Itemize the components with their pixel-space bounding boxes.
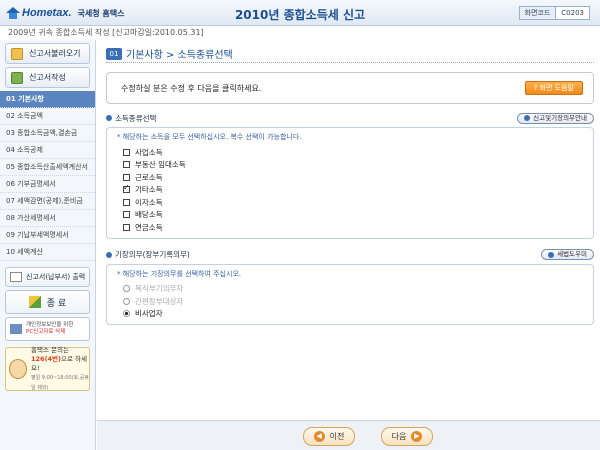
delete-pc-data-button[interactable]: 개인정보보안을 위한 PC신고자료 삭제 <box>5 317 90 341</box>
income-option-employment[interactable]: 근로소득 <box>117 171 583 184</box>
nav-item-prepaid-tax[interactable]: 09 기납부세액명세서 <box>0 227 95 244</box>
income-type-panel: * 해당하는 소득을 모두 선택하십시오. 복수 선택이 가능합니다. 사업소득… <box>106 127 594 239</box>
exit-icon <box>28 296 41 308</box>
nav-item-total-income[interactable]: 03 종합소득금액,결손금 <box>0 125 95 142</box>
chevron-right-icon: ▶ <box>411 431 423 442</box>
help-number: 126(4번) <box>31 354 62 363</box>
write-return-button[interactable]: 신고서작성 <box>5 67 90 88</box>
bookkeeping-option-simple-ledger: 간편장부대상자 <box>117 295 583 308</box>
bookkeeping-title: 기장의무(장부기록의무) <box>115 250 190 259</box>
load-return-label: 신고서불러오기 <box>29 49 81 58</box>
checkbox-checked[interactable] <box>123 183 130 194</box>
pc-line1: 개인정보보안을 위한 <box>26 322 74 328</box>
filing-info: 2009년 귀속 종합소득세 작성 [신고마감일:2010.05.31] <box>8 28 204 37</box>
chevron-left-icon: ◀ <box>313 431 325 442</box>
computer-icon <box>10 324 22 334</box>
load-return-button[interactable]: 신고서불러오기 <box>5 43 90 64</box>
nav-item-tax-calc[interactable]: 10 세액계산 <box>0 244 95 261</box>
checkbox[interactable] <box>123 211 130 219</box>
bookkeeping-option-non-business[interactable]: 비사업자 <box>117 308 583 321</box>
screen-code-value: C0203 <box>561 9 584 17</box>
checkbox[interactable] <box>123 198 130 206</box>
print-return-label: 신고서(납부서) 출력 <box>26 273 86 281</box>
print-return-button[interactable]: 신고서(납부서) 출력 <box>5 267 90 287</box>
checkbox[interactable] <box>123 223 130 231</box>
nav-item-donations[interactable]: 06 기부금명세서 <box>0 176 95 193</box>
folder-icon <box>11 47 23 60</box>
main-content: 01 기본사항 > 소득종류선택 수정하실 분은 수정 후 다음을 클릭하세요.… <box>106 45 594 420</box>
nav-item-income-amount[interactable]: 02 소득금액 <box>0 108 95 125</box>
printer-icon <box>10 272 22 282</box>
exit-label: 종 료 <box>46 298 67 309</box>
income-option-other[interactable]: 기타소득 <box>117 183 583 197</box>
income-option-pension[interactable]: 연금소득 <box>117 221 583 234</box>
radio-selected[interactable] <box>123 310 130 318</box>
nav-item-basic-info[interactable]: 01 기본사항 <box>0 91 95 108</box>
checkbox[interactable] <box>123 161 130 169</box>
page-title-text: 기본사항 > 소득종류선택 <box>126 50 233 61</box>
house-icon <box>6 7 20 19</box>
sidebar: 신고서불러오기 신고서작성 01 기본사항 02 소득금액 03 종합소득금액,… <box>0 40 96 450</box>
bookkeeping-header: 기장의무(장부기록의무) 세법도우미 <box>106 249 594 261</box>
org-name: 국세청 홈택스 <box>77 8 125 18</box>
help-line1: 홈택스 문의는 <box>31 345 69 354</box>
footer-nav: ◀ 이전 다음 ▶ <box>97 420 600 450</box>
notice-message: 수정하실 분은 수정 후 다음을 클릭하세요. <box>121 83 262 93</box>
tax-law-helper-button[interactable]: 세법도우미 <box>541 249 594 260</box>
step-nav: 01 기본사항 02 소득금액 03 종합소득금액,결손금 04 소득공제 05… <box>0 91 95 261</box>
checkbox[interactable] <box>123 148 130 156</box>
document-icon <box>11 71 23 84</box>
bookkeeping-panel: * 해당하는 기장의무를 선택하여 주십시오. 복식부기의무자 간편장부대상자 … <box>106 263 594 325</box>
screen-code: 화면코드 C0203 <box>518 6 590 20</box>
helpdesk-banner[interactable]: 홈택스 문의는 126(4번)으로 하세요! 평일 9:00~18:00(토,공… <box>5 345 90 391</box>
notice-box: 수정하실 분은 수정 후 다음을 클릭하세요. ? 화면 도움말 <box>106 72 594 104</box>
filing-guide-button[interactable]: 신고및기장의무안내 <box>517 112 594 124</box>
checkbox[interactable] <box>123 173 130 181</box>
screen-code-label: 화면코드 <box>519 7 557 19</box>
help-hours: 평일 9:00~18:00(토,공휴일 제외) <box>31 374 89 391</box>
hometax-logo[interactable]: Hometax. 국세청 홈택스 <box>6 4 124 22</box>
info-dot-icon <box>524 115 531 121</box>
income-option-interest[interactable]: 이자소득 <box>117 196 583 209</box>
nav-item-deductions[interactable]: 04 소득공제 <box>0 142 95 159</box>
step-number: 01 <box>106 47 122 60</box>
helpdesk-avatar-icon <box>9 359 27 379</box>
income-option-business[interactable]: 사업소득 <box>117 146 583 159</box>
brand-name: Hometax. <box>22 7 72 19</box>
bookkeeping-option-double-entry: 복식부기의무자 <box>117 283 583 296</box>
app-title: 2010년 종합소득세 신고 <box>234 8 366 22</box>
radio <box>123 285 130 293</box>
app-header: Hometax. 국세청 홈택스 2010년 종합소득세 신고 화면코드 C02… <box>0 0 600 26</box>
income-type-header: 소득종류선택 신고및기장의무안내 <box>106 112 594 124</box>
nav-item-tax-credits[interactable]: 07 세액감면(공제),준비금 <box>0 193 95 210</box>
info-dot-icon <box>548 251 555 258</box>
nav-item-penalty-tax[interactable]: 08 가산세명세서 <box>0 210 95 227</box>
screen-help-button[interactable]: ? 화면 도움말 <box>524 81 583 95</box>
income-type-title: 소득종류선택 <box>115 113 157 123</box>
prev-button[interactable]: ◀ 이전 <box>303 427 355 446</box>
page-title: 01 기본사항 > 소득종류선택 <box>106 45 594 63</box>
bullet-icon <box>106 251 112 258</box>
write-return-label: 신고서작성 <box>29 73 66 82</box>
exit-button[interactable]: 종 료 <box>5 290 90 314</box>
nav-item-tax-calculation-sheet[interactable]: 05 종합소득산출세액계산서 <box>0 159 95 176</box>
income-option-dividend[interactable]: 배당소득 <box>117 209 583 222</box>
income-option-real-estate[interactable]: 부동산 임대소득 <box>117 159 583 172</box>
income-type-hint: * 해당하는 소득을 모두 선택하십시오. 복수 선택이 가능합니다. <box>117 133 302 141</box>
bookkeeping-hint: * 해당하는 기장의무를 선택하여 주십시오. <box>117 269 242 278</box>
next-button[interactable]: 다음 ▶ <box>381 427 433 446</box>
bullet-icon <box>106 115 112 121</box>
pc-line2: PC신고자료 삭제 <box>26 329 66 335</box>
radio <box>123 297 130 305</box>
